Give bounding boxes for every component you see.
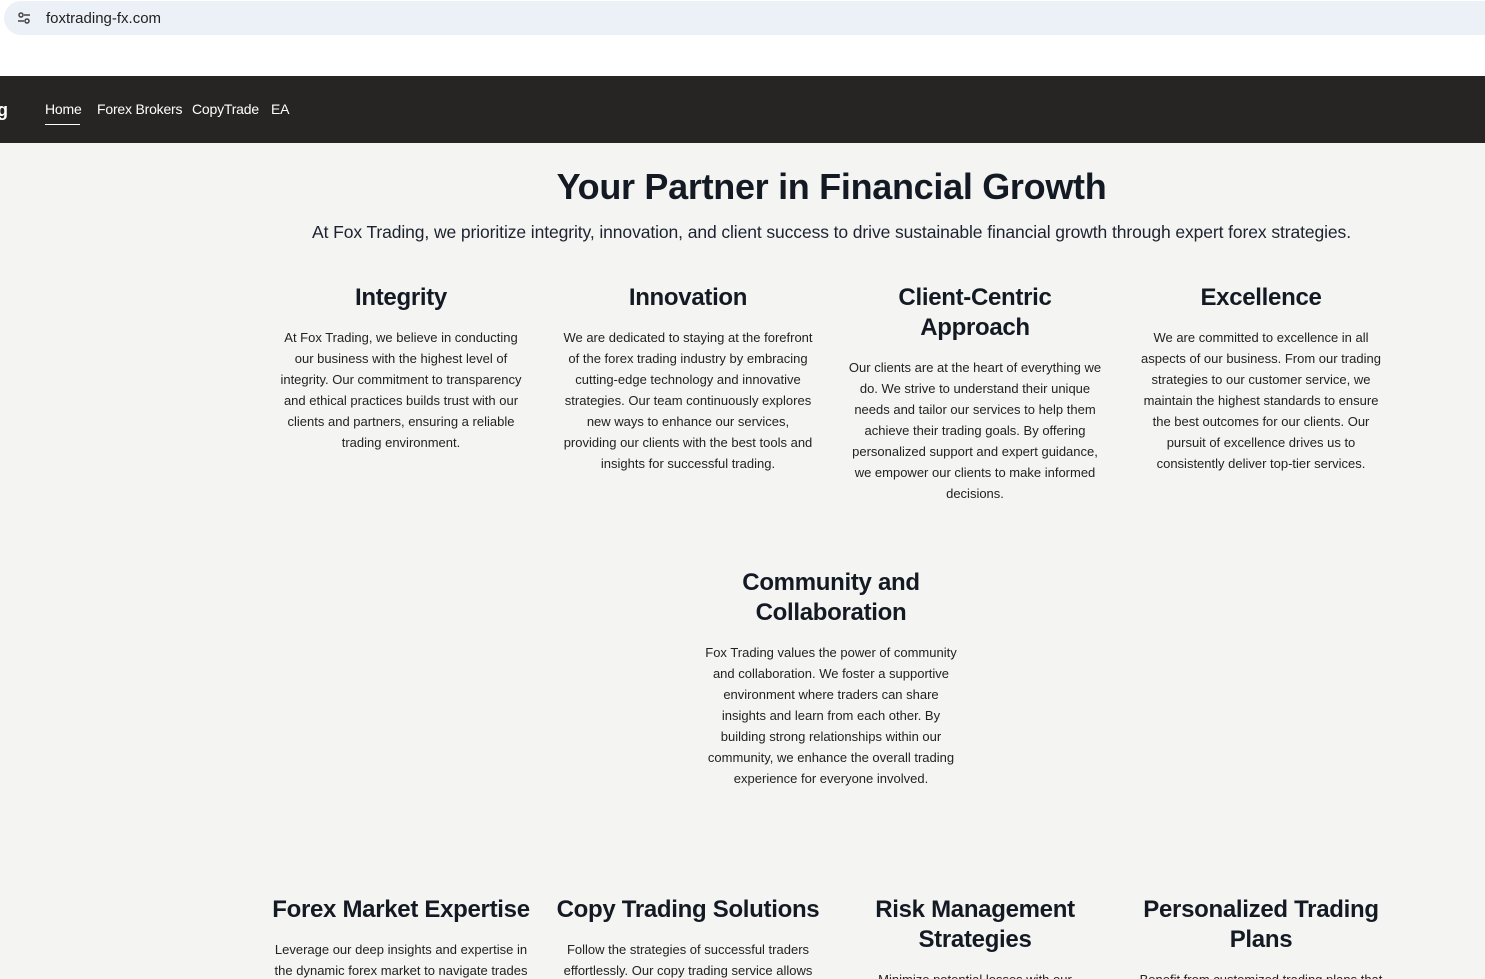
- nav-forex-brokers[interactable]: Forex Brokers: [97, 101, 183, 117]
- page-subtitle: At Fox Trading, we prioritize integrity,…: [312, 222, 1351, 242]
- nav-home[interactable]: Home: [45, 101, 82, 117]
- value-text: Our clients are at the heart of everythi…: [848, 360, 1102, 501]
- service-title: Copy Trading Solutions: [556, 896, 820, 923]
- value-card-excellence: Excellence We are committed to excellenc…: [1126, 283, 1396, 474]
- service-title: Risk Management Strategies: [875, 896, 1075, 953]
- service-card-personalized-plans: Personalized Trading Plans Benefit from …: [1126, 895, 1396, 979]
- value-title: Client-Centric Approach: [898, 284, 1052, 341]
- service-text: Leverage our deep insights and expertise…: [274, 942, 528, 978]
- service-title: Forex Market Expertise: [272, 896, 530, 923]
- service-card-copy-trading: Copy Trading Solutions Follow the strate…: [553, 895, 823, 979]
- value-text: Fox Trading values the power of communit…: [705, 645, 957, 786]
- value-title: Excellence: [1200, 284, 1322, 311]
- url-text[interactable]: foxtrading-fx.com: [46, 10, 161, 27]
- page-title: Your Partner in Financial Growth: [556, 166, 1107, 207]
- value-card-client-centric: Client-Centric Approach Our clients are …: [840, 283, 1110, 504]
- value-text: We are committed to excellence in all as…: [1141, 330, 1381, 471]
- brand-logo-fragment[interactable]: g: [0, 100, 8, 121]
- service-card-risk-management: Risk Management Strategies Minimize pote…: [840, 895, 1110, 979]
- tune-icon[interactable]: [16, 10, 32, 26]
- value-card-integrity: Integrity At Fox Trading, we believe in …: [266, 283, 536, 453]
- value-text: We are dedicated to staying at the foref…: [563, 330, 813, 471]
- service-text: Benefit from customized trading plans th…: [1126, 969, 1396, 979]
- service-text: Minimize potential losses with our: [840, 969, 1110, 979]
- value-card-community: Community and Collaboration Fox Trading …: [696, 568, 966, 789]
- service-text: Follow the strategies of successful trad…: [563, 942, 813, 978]
- value-title: Integrity: [355, 284, 447, 311]
- service-card-forex-expertise: Forex Market Expertise Leverage our deep…: [266, 895, 536, 979]
- value-text: At Fox Trading, we believe in conducting…: [280, 330, 522, 450]
- value-title: Innovation: [628, 284, 748, 311]
- url-field[interactable]: foxtrading-fx.com: [4, 1, 1485, 35]
- nav-copytrade[interactable]: CopyTrade: [192, 101, 259, 117]
- nav-ea[interactable]: EA: [271, 101, 289, 117]
- value-title: Community and Collaboration: [742, 569, 920, 626]
- browser-address-bar: foxtrading-fx.com: [0, 0, 1485, 76]
- nav-active-indicator: [45, 124, 80, 125]
- value-card-innovation: Innovation We are dedicated to staying a…: [553, 283, 823, 474]
- service-title: Personalized Trading Plans: [1143, 896, 1379, 953]
